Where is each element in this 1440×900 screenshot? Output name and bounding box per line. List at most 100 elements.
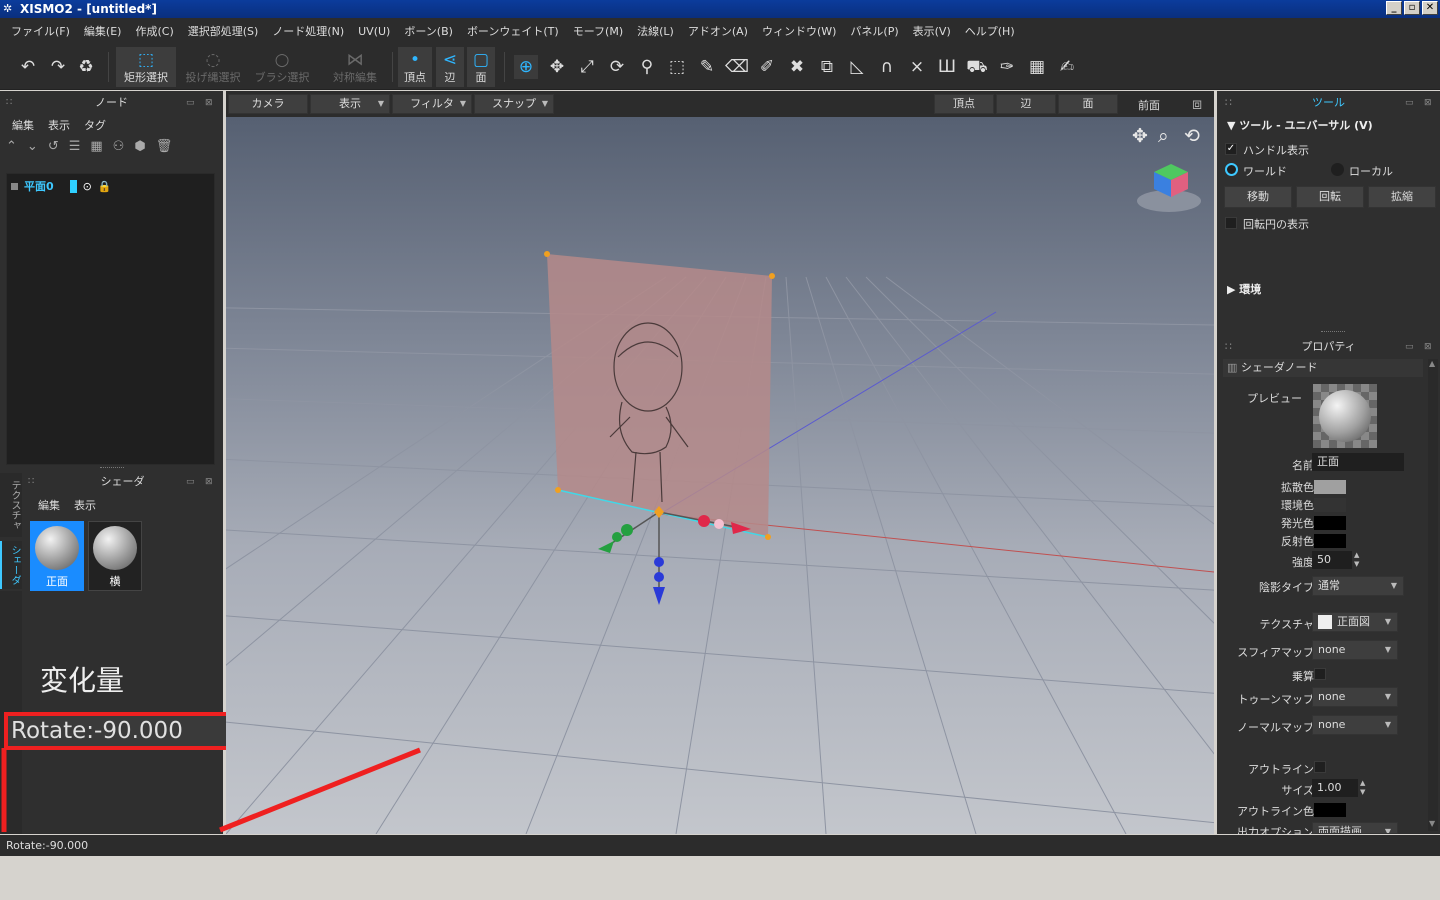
collapse-icon[interactable]: ⨯ (905, 55, 929, 79)
side-tab-shader[interactable]: シェーダ (0, 541, 22, 589)
brush-select-button[interactable]: ○ ブラシ選択 (252, 47, 312, 87)
menu-edit[interactable]: 編集(E) (84, 23, 122, 39)
menu-help[interactable]: ヘルプ(H) (965, 23, 1015, 39)
zoom-icon[interactable]: ⌕ (1158, 125, 1169, 147)
environment-section[interactable]: ▶ 環境 (1227, 281, 1261, 297)
panel-close-icon[interactable]: ⊠ (1424, 337, 1432, 357)
shader-name-field[interactable]: 正面 (1312, 453, 1404, 471)
edit-icon[interactable]: ✍ (1055, 55, 1079, 79)
node-menu-view[interactable]: 表示 (48, 117, 70, 133)
shader-menu-view[interactable]: 表示 (74, 497, 96, 513)
strength-field[interactable]: 50 (1312, 551, 1352, 569)
splitter-handle[interactable] (1321, 331, 1345, 332)
view-cube-icon[interactable]: ⧈ (1192, 94, 1202, 114)
redo-icon[interactable]: ↷ (46, 55, 70, 79)
pivot-icon[interactable]: ⚲ (635, 55, 659, 79)
pan-icon[interactable]: ✥ (1132, 125, 1148, 147)
node-menu-edit[interactable]: 編集 (12, 117, 34, 133)
shading-type-dropdown[interactable]: 通常 ▼ (1312, 576, 1404, 596)
move-down-icon[interactable]: ⌄ (27, 139, 38, 154)
refresh-icon[interactable]: ↺ (48, 139, 59, 154)
rotate-icon[interactable]: ⟳ (605, 55, 629, 79)
scroll-up-icon[interactable]: ▲ (1429, 359, 1435, 368)
panel-close-icon[interactable]: ⊠ (1424, 93, 1432, 113)
snap-dropdown[interactable]: スナップ ▼ (474, 94, 554, 114)
handle-display-checkbox[interactable]: ✓ (1225, 143, 1237, 155)
restore-button[interactable]: ▫ (1404, 1, 1420, 15)
drag-grip-icon[interactable]: ∷ (28, 472, 34, 492)
menu-addon[interactable]: アドオン(A) (688, 23, 748, 39)
scale-icon[interactable]: ⤢ (575, 55, 599, 79)
loop-icon[interactable]: Ш (935, 55, 959, 79)
display-dropdown[interactable]: 表示 ▼ (310, 94, 390, 114)
bridge-icon[interactable]: ∩ (875, 55, 899, 79)
universal-tool-icon[interactable]: ⊕ (514, 55, 538, 79)
diffuse-color-swatch[interactable] (1314, 480, 1346, 494)
menu-panel[interactable]: パネル(P) (850, 23, 898, 39)
lasso-select-button[interactable]: ◌ 投げ縄選択 (182, 47, 244, 87)
recycle-icon[interactable]: ♻ (74, 55, 98, 79)
symmetry-edit-button[interactable]: ⋈ 対称編集 (326, 47, 384, 87)
properties-scrollbar[interactable]: ▲ ▼ (1428, 359, 1438, 831)
panel-minimize-icon[interactable]: ▭ (186, 93, 195, 113)
menu-uv[interactable]: UV(U) (358, 25, 390, 38)
menu-node[interactable]: ノード処理(N) (272, 23, 344, 39)
tree-item-plane0[interactable]: 平面0 ⊙ 🔒 (11, 178, 112, 194)
move-icon[interactable]: ✥ (545, 55, 569, 79)
trash-icon[interactable]: 🗑 (156, 139, 173, 154)
sphere-map-dropdown[interactable]: none ▼ (1312, 640, 1398, 660)
panel-close-icon[interactable]: ⊠ (205, 93, 213, 113)
specular-color-swatch[interactable] (1314, 534, 1346, 548)
node-menu-tag[interactable]: タグ (84, 117, 106, 133)
close-button[interactable]: ✕ (1422, 1, 1438, 15)
3d-viewport[interactable]: ✥ ⌕ ⟲ (226, 117, 1214, 834)
cube-icon[interactable]: ⬢ (134, 139, 145, 154)
size-spinner[interactable]: ▲ ▼ (1360, 779, 1365, 797)
vp-vertex-button[interactable]: 頂点 (934, 94, 994, 114)
vp-face-button[interactable]: 面 (1058, 94, 1118, 114)
shader-menu-edit[interactable]: 編集 (38, 497, 60, 513)
menu-bone-weight[interactable]: ボーンウェイト(T) (467, 23, 559, 39)
outline-size-field[interactable]: 1.00 (1312, 779, 1358, 797)
knife-icon[interactable]: ✐ (755, 55, 779, 79)
texture-dropdown[interactable]: 正面図 ▼ (1312, 612, 1398, 632)
move-button[interactable]: 移動 (1224, 186, 1292, 208)
output-option-dropdown[interactable]: 両面描画 ▼ (1312, 822, 1398, 834)
outline-checkbox[interactable] (1314, 761, 1326, 773)
splitter-handle[interactable] (100, 467, 124, 470)
panel-close-icon[interactable]: ⊠ (205, 472, 213, 492)
film-icon[interactable]: ▦ (1025, 55, 1049, 79)
menu-morph[interactable]: モーフ(M) (573, 23, 623, 39)
move-up-icon[interactable]: ⌃ (6, 139, 17, 154)
panel-minimize-icon[interactable]: ▭ (186, 472, 195, 492)
scroll-down-icon[interactable]: ▼ (1429, 819, 1435, 828)
bevel-icon[interactable]: ◺ (845, 55, 869, 79)
grid-icon[interactable]: ▦ (90, 139, 102, 154)
world-radio[interactable] (1225, 163, 1238, 176)
drag-grip-icon[interactable]: ∷ (6, 93, 12, 113)
rotation-circle-checkbox[interactable] (1225, 217, 1237, 229)
normal-map-dropdown[interactable]: none ▼ (1312, 715, 1398, 735)
panel-minimize-icon[interactable]: ▭ (1405, 93, 1414, 113)
list-icon[interactable]: ☰ (69, 139, 81, 154)
rotate-button[interactable]: 回転 (1296, 186, 1364, 208)
minimize-button[interactable]: _ (1386, 1, 1402, 15)
menu-file[interactable]: ファイル(F) (11, 23, 70, 39)
drag-grip-icon[interactable]: ∷ (1225, 337, 1232, 357)
filter-dropdown[interactable]: フィルタ ▼ (392, 94, 472, 114)
group-icon[interactable]: ⚇ (113, 139, 125, 154)
toon-map-dropdown[interactable]: none ▼ (1312, 687, 1398, 707)
shader-thumb-front[interactable]: 正面 (30, 521, 84, 591)
eraser-icon[interactable]: ⌫ (725, 55, 749, 79)
face-mode-button[interactable]: ▢ 面 (467, 47, 495, 87)
vertex-mode-button[interactable]: • 頂点 (398, 47, 432, 87)
lock-icon[interactable]: 🔒 (98, 180, 112, 193)
paint-icon[interactable]: ✑ (995, 55, 1019, 79)
shader-thumb-side[interactable]: 横 (88, 521, 142, 591)
panel-minimize-icon[interactable]: ▭ (1405, 337, 1414, 357)
camera-dropdown[interactable]: カメラ (228, 94, 308, 114)
visibility-eye-icon[interactable]: ⊙ (83, 180, 92, 193)
emissive-color-swatch[interactable] (1314, 516, 1346, 530)
ambient-color-swatch[interactable] (1314, 498, 1346, 512)
weld-icon[interactable]: ✖ (785, 55, 809, 79)
